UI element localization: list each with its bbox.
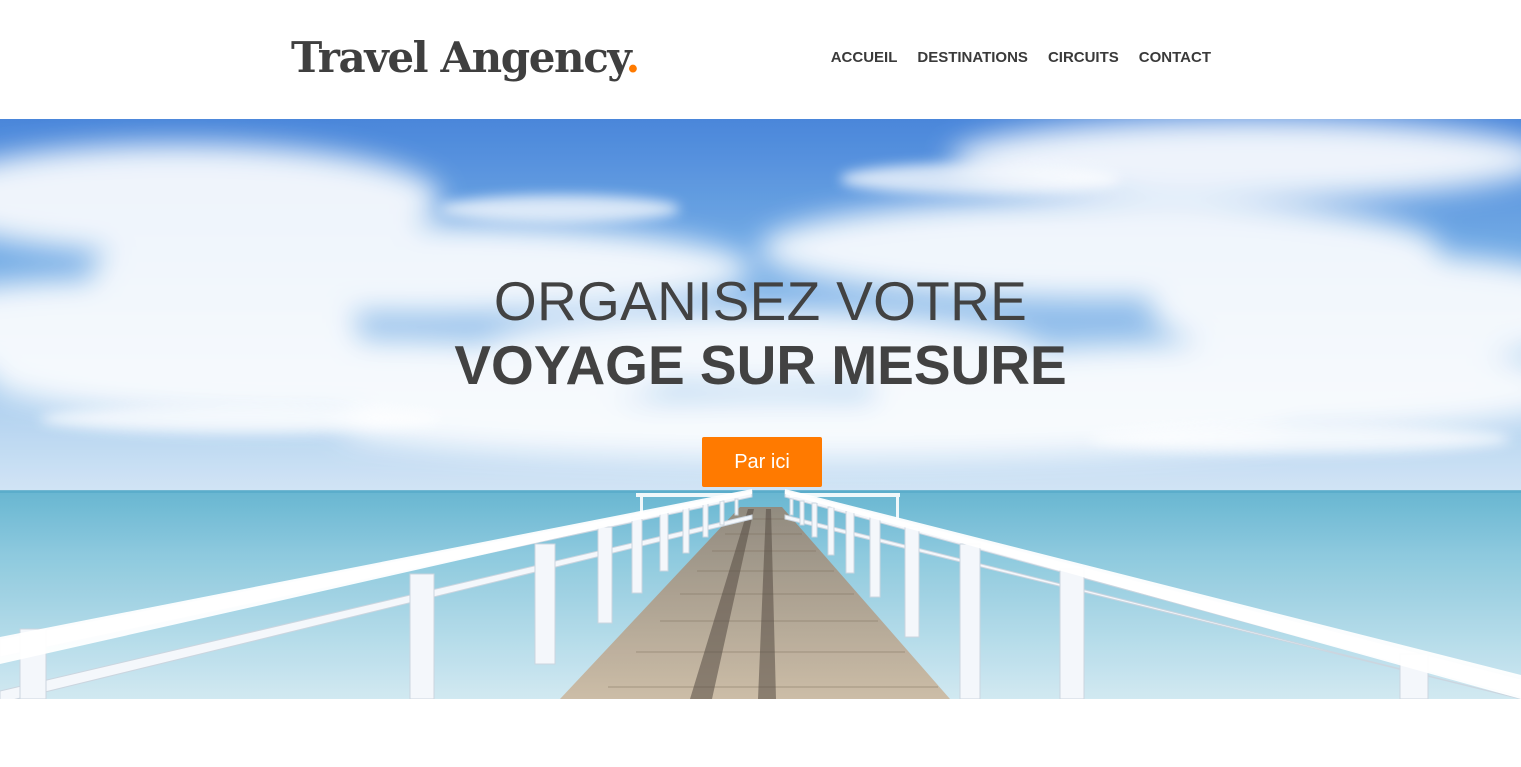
- cta-button[interactable]: Par ici: [702, 437, 822, 487]
- nav-item-destinations[interactable]: DESTINATIONS: [917, 47, 1028, 69]
- nav-item-circuits[interactable]: CIRCUITS: [1048, 47, 1119, 69]
- nav-item-contact[interactable]: CONTACT: [1139, 47, 1211, 69]
- hero-section: ORGANISEZ VOTRE VOYAGE SUR MESURE Par ic…: [0, 119, 1521, 699]
- hero-content: ORGANISEZ VOTRE VOYAGE SUR MESURE Par ic…: [0, 119, 1521, 699]
- hero-title-line-1: ORGANISEZ VOTRE: [493, 270, 1028, 332]
- page-content-area: [0, 699, 1521, 767]
- logo-text: Travel Angency: [291, 33, 627, 82]
- main-nav: ACCUEIL DESTINATIONS CIRCUITS CONTACT: [831, 47, 1211, 69]
- site-logo[interactable]: Travel Angency.: [291, 30, 641, 86]
- nav-item-accueil[interactable]: ACCUEIL: [831, 47, 898, 69]
- site-header: Travel Angency. ACCUEIL DESTINATIONS CIR…: [0, 0, 1521, 119]
- hero-title-line-2: VOYAGE SUR MESURE: [454, 334, 1067, 396]
- logo-dot: .: [625, 33, 641, 82]
